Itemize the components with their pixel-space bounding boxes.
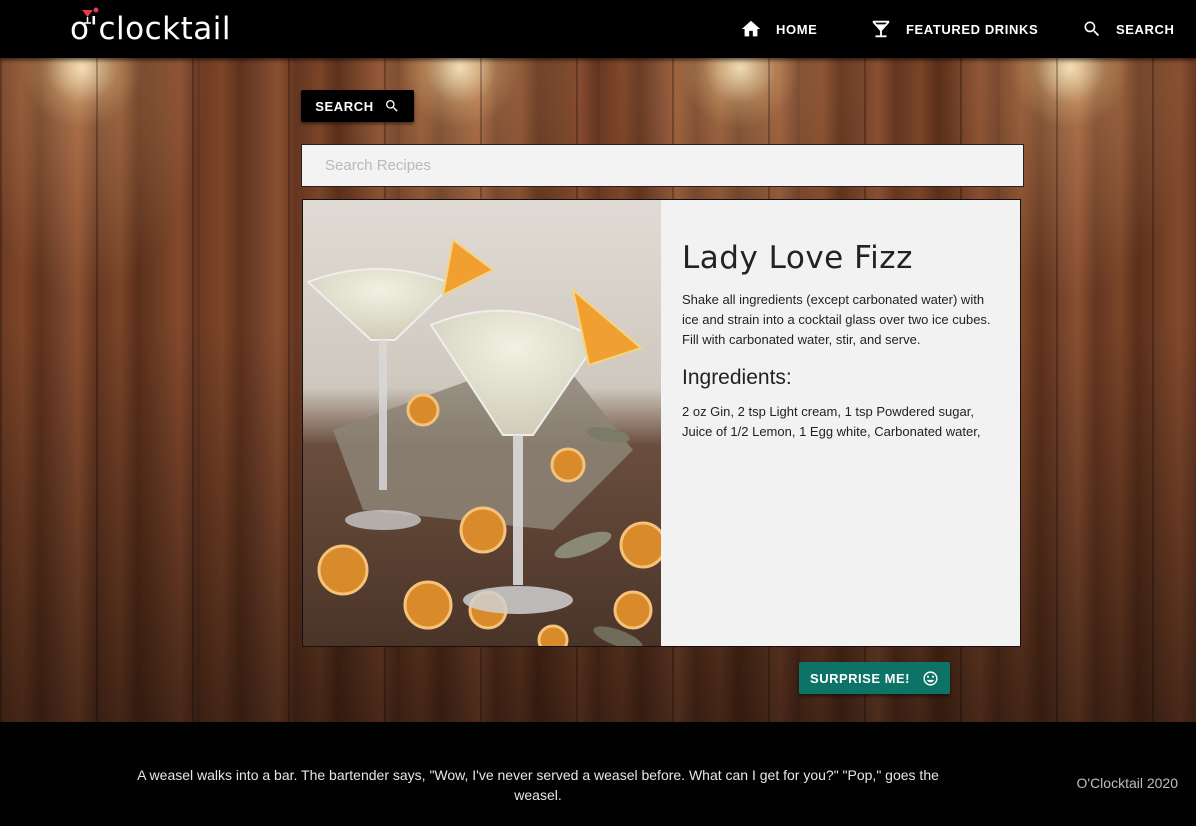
drink-title: Lady Love Fizz <box>682 240 913 276</box>
nav-featured-drinks[interactable]: FEATURED DRINKS <box>870 17 1038 41</box>
search-icon <box>385 100 398 112</box>
footer-copyright: O'Clocktail 2020 <box>1076 775 1179 791</box>
nav-featured-label: FEATURED DRINKS <box>906 21 1039 37</box>
nav-search-label: SEARCH <box>1116 21 1175 37</box>
nav-home[interactable]: HOME <box>740 17 817 41</box>
drink-instructions: Shake all ingredients (except carbonated… <box>682 292 991 347</box>
surprise-me-button[interactable]: SURPRISE ME! <box>799 662 950 694</box>
nav-home-label: HOME <box>776 21 818 37</box>
search-input[interactable] <box>301 144 1024 187</box>
smiley-icon <box>923 670 938 686</box>
logo[interactable]: o'clocktail <box>70 7 231 48</box>
surprise-me-label: SURPRISE ME! <box>810 670 910 686</box>
search-button-label: SEARCH <box>315 98 374 114</box>
footer: A weasel walks into a bar. The bartender… <box>0 722 1196 826</box>
search-button[interactable]: SEARCH <box>301 90 414 122</box>
cocktail-photo <box>303 200 661 646</box>
nav-search[interactable]: SEARCH <box>1082 17 1175 41</box>
drink-details: Lady Love Fizz Shake all ingredients (ex… <box>661 200 1020 646</box>
cocktail-glass-icon <box>872 20 890 38</box>
logo-cocktail-icon <box>82 7 99 24</box>
drink-image <box>303 200 661 646</box>
home-icon <box>741 20 761 37</box>
drink-card: Lady Love Fizz Shake all ingredients (ex… <box>302 199 1021 647</box>
search-icon <box>1084 21 1100 37</box>
ingredients-heading: Ingredients: <box>682 366 792 389</box>
footer-joke: A weasel walks into a bar. The bartender… <box>137 767 939 803</box>
ingredients-list: 2 oz Gin, 2 tsp Light cream, 1 tsp Powde… <box>682 404 981 439</box>
top-navbar: o'clocktail HOME FEATURED DRINKS SEARCH <box>0 0 1196 58</box>
